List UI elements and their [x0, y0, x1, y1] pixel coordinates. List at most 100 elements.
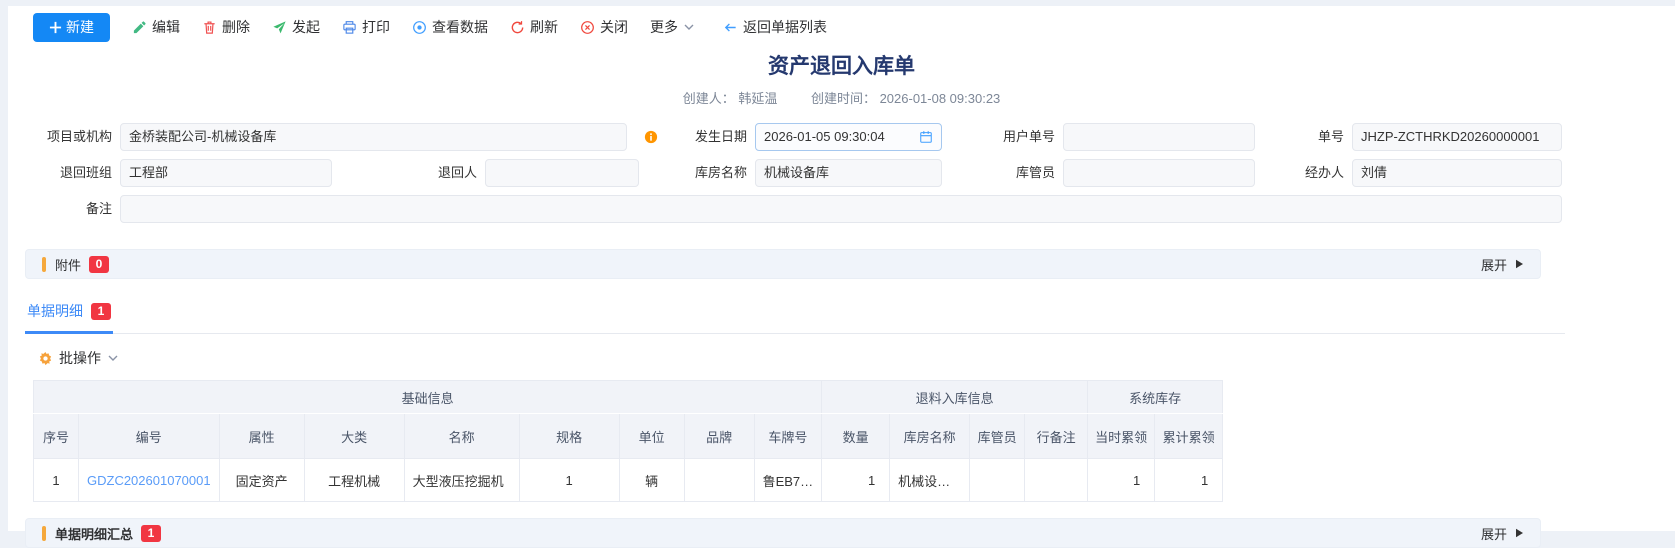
- user-no-label: 用户单号: [975, 123, 1055, 151]
- cell-name: 大型液压挖掘机: [404, 459, 519, 502]
- occur-date-field[interactable]: 2026-01-05 09:30:04: [755, 123, 942, 151]
- view-data-button-label: 查看数据: [432, 17, 488, 37]
- col-warehouse: 库房名称: [890, 414, 970, 459]
- created-time-text: 创建时间： 2026-01-08 09:30:23: [811, 91, 1000, 106]
- doc-no-field[interactable]: JHZP-ZCTHRKD20260000001: [1352, 123, 1562, 151]
- tab-detail-count-badge: 1: [91, 303, 111, 320]
- project-label: 项目或机构: [32, 123, 112, 151]
- col-code: 编号: [79, 414, 220, 459]
- summary-expand-button[interactable]: 展开: [1481, 524, 1524, 543]
- triangle-right-icon: [1514, 259, 1524, 269]
- project-value: 金桥装配公司-机械设备库: [129, 124, 276, 150]
- remark-field[interactable]: [120, 195, 1562, 223]
- print-button[interactable]: 打印: [342, 17, 390, 37]
- send-icon: [272, 20, 287, 35]
- view-data-button[interactable]: 查看数据: [412, 17, 488, 37]
- back-to-list-button[interactable]: 返回单据列表: [723, 17, 827, 37]
- edit-button-label: 编辑: [152, 17, 180, 37]
- print-button-label: 打印: [362, 17, 390, 37]
- warehouse-value: 机械设备库: [764, 160, 829, 186]
- returner-field[interactable]: [485, 159, 639, 187]
- col-qty: 数量: [822, 414, 890, 459]
- refresh-button[interactable]: 刷新: [510, 17, 558, 37]
- delete-button-label: 删除: [222, 17, 250, 37]
- col-attribute: 属性: [219, 414, 304, 459]
- attachments-expand-label: 展开: [1481, 255, 1507, 274]
- keeper-label: 库管员: [975, 159, 1055, 187]
- close-button-label: 关闭: [600, 17, 628, 37]
- batch-ops-button[interactable]: 批操作: [38, 348, 1675, 368]
- form: 项目或机构 金桥装配公司-机械设备库 发生日期 2026-01-05 09:30…: [8, 123, 1675, 223]
- creator-line: 创建人： 韩延温 创建时间： 2026-01-08 09:30:23: [8, 88, 1675, 107]
- cell-plate: 鲁EB7…: [754, 459, 822, 502]
- handler-label: 经办人: [1284, 159, 1344, 187]
- col-total-received: 累计累领: [1155, 414, 1223, 459]
- cell-warehouse: 机械设…: [890, 459, 970, 502]
- more-button-label: 更多: [650, 17, 678, 37]
- col-unit: 单位: [619, 414, 684, 459]
- col-keeper: 库管员: [970, 414, 1025, 459]
- keeper-field[interactable]: [1063, 159, 1255, 187]
- warehouse-field[interactable]: 机械设备库: [755, 159, 942, 187]
- info-icon[interactable]: [644, 130, 658, 144]
- chevron-down-icon: [683, 21, 695, 33]
- orange-accent-bar: [42, 526, 46, 541]
- cell-spec: 1: [519, 459, 619, 502]
- cell-brand: [684, 459, 754, 502]
- attachments-count-badge: 0: [89, 256, 109, 273]
- creator-text: 创建人： 韩延温: [683, 91, 778, 106]
- doc-no-label: 单号: [1284, 123, 1344, 151]
- summary-count-badge: 1: [141, 525, 161, 542]
- calendar-icon: [919, 130, 933, 144]
- attachments-label: 附件: [55, 255, 81, 274]
- detail-table: 基础信息 退料入库信息 系统库存 序号 编号 属性 大类 名称 规格 单位 品牌…: [33, 380, 1223, 502]
- col-plate: 车牌号: [754, 414, 822, 459]
- warehouse-label: 库房名称: [667, 159, 747, 187]
- cell-row-remark: [1025, 459, 1088, 502]
- group-return-info: 退料入库信息: [822, 381, 1088, 414]
- user-no-field[interactable]: [1063, 123, 1255, 151]
- cell-category: 工程机械: [304, 459, 404, 502]
- returner-label: 退回人: [397, 159, 477, 187]
- remark-label: 备注: [32, 195, 112, 223]
- triangle-right-icon: [1514, 528, 1524, 538]
- cell-total-received: 1: [1155, 459, 1223, 502]
- cell-current-received: 1: [1088, 459, 1155, 502]
- refresh-button-label: 刷新: [530, 17, 558, 37]
- cell-seq: 1: [34, 459, 79, 502]
- printer-icon: [342, 20, 357, 35]
- return-team-field[interactable]: 工程部: [120, 159, 332, 187]
- new-button[interactable]: 新建: [33, 13, 110, 42]
- cell-unit: 辆: [619, 459, 684, 502]
- handler-field[interactable]: 刘倩: [1352, 159, 1562, 187]
- tab-detail-label: 单据明细: [27, 301, 83, 321]
- delete-button[interactable]: 删除: [202, 17, 250, 37]
- attachments-bar: 附件 0 展开: [25, 249, 1541, 279]
- arrow-left-icon: [723, 20, 738, 35]
- group-system-stock: 系统库存: [1088, 381, 1223, 414]
- initiate-button-label: 发起: [292, 17, 320, 37]
- cell-keeper: [970, 459, 1025, 502]
- back-to-list-label: 返回单据列表: [743, 17, 827, 37]
- more-button[interactable]: 更多: [650, 17, 695, 37]
- col-seq: 序号: [34, 414, 79, 459]
- summary-bar: 单据明细汇总 1 展开: [25, 518, 1541, 548]
- col-name: 名称: [404, 414, 519, 459]
- return-team-label: 退回班组: [32, 159, 112, 187]
- edit-button[interactable]: 编辑: [132, 17, 180, 37]
- close-button[interactable]: 关闭: [580, 17, 628, 37]
- tab-detail[interactable]: 单据明细 1: [25, 301, 113, 334]
- summary-label: 单据明细汇总: [55, 524, 133, 543]
- batch-ops-label: 批操作: [59, 348, 101, 368]
- doc-no-value: JHZP-ZCTHRKD20260000001: [1361, 124, 1539, 150]
- attachments-expand-button[interactable]: 展开: [1481, 255, 1524, 274]
- page-card: 新建 编辑 删除 发起 打印 查看数据 刷新 关闭: [8, 6, 1675, 531]
- col-current-received: 当时累领: [1088, 414, 1155, 459]
- plus-icon: [49, 21, 62, 34]
- refresh-icon: [510, 20, 525, 35]
- new-button-label: 新建: [66, 17, 94, 37]
- initiate-button[interactable]: 发起: [272, 17, 320, 37]
- summary-expand-label: 展开: [1481, 524, 1507, 543]
- project-field[interactable]: 金桥装配公司-机械设备库: [120, 123, 627, 151]
- cell-code-link[interactable]: GDZC202601070001: [87, 473, 211, 488]
